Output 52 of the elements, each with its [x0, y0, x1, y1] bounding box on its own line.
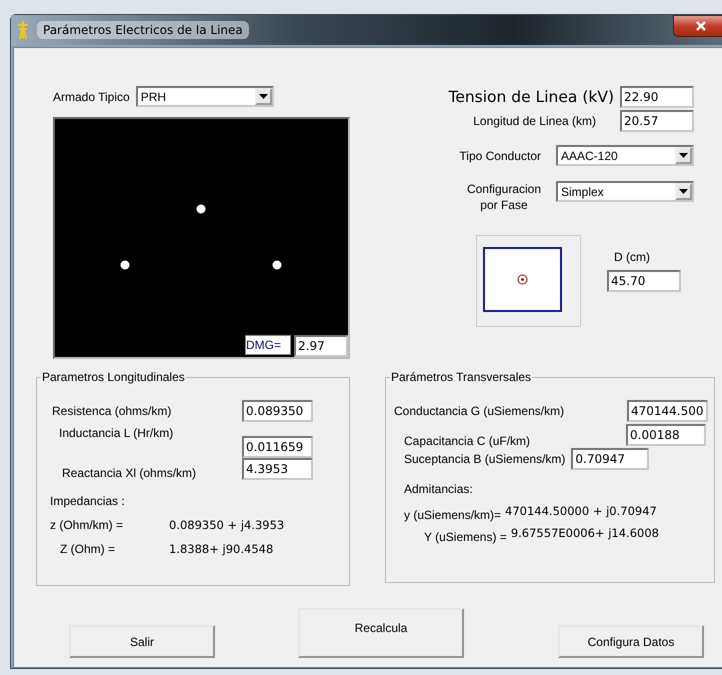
section-heading: Impedancias :	[50, 494, 126, 508]
dropdown-button[interactable]	[675, 147, 692, 164]
field-label: Tipo Conductor	[459, 148, 541, 162]
dialog-button[interactable]: Recalcula	[298, 608, 464, 658]
input-field[interactable]: 470144.500	[627, 400, 708, 422]
close-button[interactable]	[673, 15, 722, 37]
input-field[interactable]: 0.00188	[626, 424, 706, 446]
result-label: z (Ohm/km) =	[50, 518, 124, 532]
dropdown[interactable]: Simplex	[556, 181, 694, 202]
field-label: Longitud de Linea (km)	[473, 114, 596, 128]
input-field[interactable]: 20.57	[620, 110, 694, 132]
conductor-icon	[517, 274, 528, 285]
result-label: y (uSiemens/km)=	[404, 508, 502, 522]
dropdown-button[interactable]	[254, 88, 272, 105]
group-title: Parametros Longitudinales	[41, 370, 186, 384]
field-label: Tension de Linea (kV)	[448, 88, 614, 106]
field-label: Suceptancia B (uSiemens/km)	[404, 452, 566, 466]
dmg-field[interactable]: 2.97	[294, 335, 348, 357]
caret-icon	[258, 94, 268, 99]
field-label: D (cm)	[614, 250, 650, 264]
close-icon	[696, 21, 706, 31]
dmg-label: DMG=	[245, 335, 291, 355]
result-value: 470144.50000 + j0.70947	[505, 504, 657, 520]
field-label: Capacitancia C (uF/km)	[404, 434, 530, 448]
dialog-button[interactable]: Configura Datos	[558, 625, 704, 658]
tower-icon	[17, 21, 29, 39]
input-field[interactable]: 22.90	[620, 86, 694, 108]
result-value: 0.089350 + j4.3953	[169, 518, 284, 532]
input-field[interactable]: 45.70	[607, 270, 681, 292]
field-label: Reactancia Xl (ohms/km)	[62, 466, 196, 480]
result-value: 1.8388+ j90.4548	[169, 542, 274, 556]
dropdown-button[interactable]	[675, 183, 692, 200]
result-label: Y (uSiemens) =	[424, 530, 507, 544]
field-label: Conductancia G (uSiemens/km)	[394, 404, 564, 418]
field-label: Configuracion por Fase	[466, 181, 541, 213]
window-title: Parámetros Electricos de la Linea	[37, 21, 249, 39]
field-label: Resistenca (ohms/km)	[52, 404, 172, 418]
input-field[interactable]: 4.3953	[242, 458, 313, 480]
input-field[interactable]: 0.011659	[242, 436, 313, 458]
group-title: Parámetros Transversales	[390, 370, 532, 384]
input-field[interactable]: 0.70947	[571, 448, 650, 470]
section-heading: Admitancias:	[404, 482, 474, 496]
field-label: Armado Tipico	[53, 90, 130, 104]
caret-icon	[679, 153, 688, 158]
input-field[interactable]: 0.089350	[242, 400, 313, 422]
dropdown[interactable]: AAAC-120	[556, 145, 694, 166]
dropdown[interactable]: PRH	[136, 86, 274, 107]
result-value: 9.67557E0006+ j14.6008	[510, 526, 659, 542]
dialog-button[interactable]: Salir	[69, 625, 215, 658]
result-label: Z (Ohm) =	[60, 542, 116, 556]
field-label: Inductancia L (Hr/km)	[59, 426, 174, 440]
caret-icon	[679, 189, 688, 194]
